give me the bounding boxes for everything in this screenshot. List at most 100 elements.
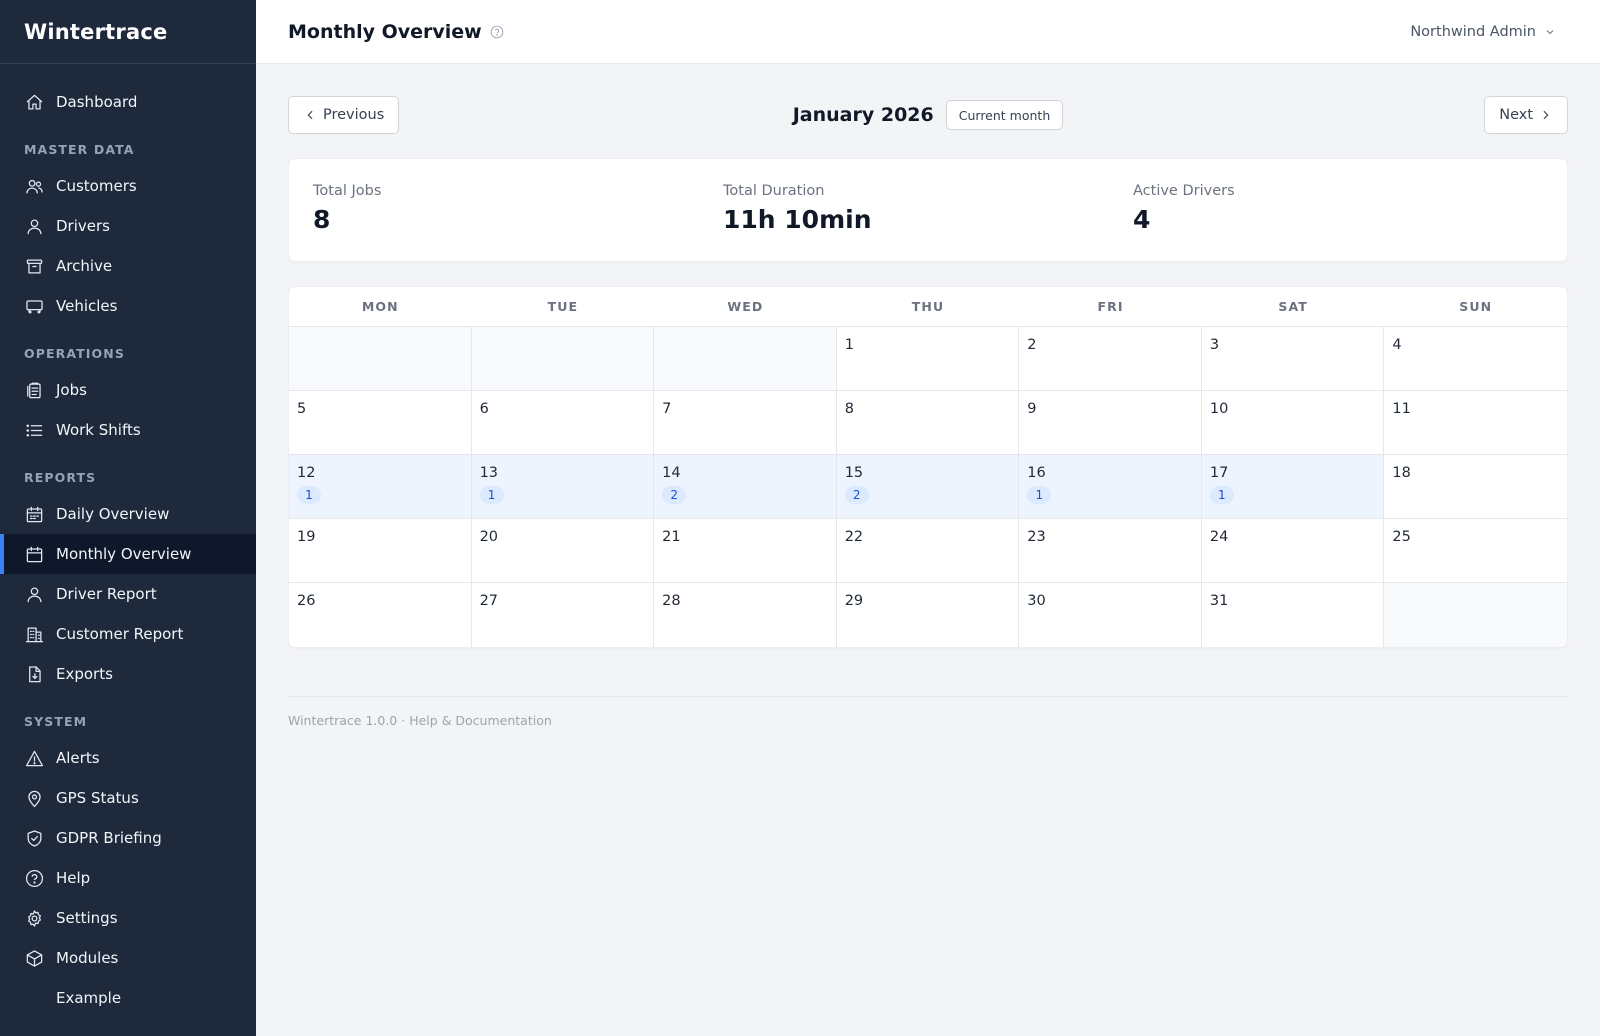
sidebar-item-driver-report[interactable]: Driver Report (0, 574, 256, 614)
footer-separator: · (401, 713, 406, 728)
sidebar-item-monthly-overview[interactable]: Monthly Overview (0, 534, 256, 574)
day-number: 13 (479, 465, 499, 481)
day-number: 8 (844, 401, 854, 417)
sidebar-item-alerts[interactable]: Alerts (0, 738, 256, 778)
user-icon (24, 584, 44, 604)
day-number: 9 (1027, 401, 1037, 417)
job-count-badge: 1 (1209, 486, 1234, 504)
sidebar-item-help[interactable]: Help (0, 858, 256, 898)
sidebar-item-vehicles[interactable]: Vehicles (0, 286, 256, 326)
day-number: 2 (1027, 337, 1037, 353)
calendar-day-cell[interactable]: 28 (654, 583, 837, 647)
page-title: Monthly Overview (288, 20, 482, 43)
day-number: 22 (844, 529, 864, 545)
file-download-icon (24, 664, 44, 684)
calendar-day-cell[interactable]: 3 (1201, 327, 1385, 391)
calendar-day-cell[interactable]: 19 (289, 519, 472, 583)
home-icon (24, 92, 44, 112)
calendar-day-cell[interactable]: 31 (1202, 583, 1385, 647)
calendar-day-cell[interactable]: 13 1 (471, 455, 655, 519)
sidebar-item-customer-report[interactable]: Customer Report (0, 614, 256, 654)
sidebar-item-dashboard[interactable]: Dashboard (0, 82, 256, 122)
sidebar-item-label: Customers (56, 177, 137, 195)
building-icon (24, 624, 44, 644)
calendar-day-cell[interactable]: 18 (1384, 455, 1567, 519)
calendar-day-cell[interactable]: 25 (1384, 519, 1567, 583)
calendar-day-cell[interactable]: 17 1 (1201, 455, 1385, 519)
stat-value: 11h 10min (723, 205, 872, 234)
calendar-day-cell[interactable]: 26 (289, 583, 472, 647)
day-number: 31 (1209, 593, 1229, 609)
sidebar-item-modules[interactable]: Modules (0, 938, 256, 978)
sidebar-item-gps-status[interactable]: GPS Status (0, 778, 256, 818)
sidebar-item-work-shifts[interactable]: Work Shifts (0, 410, 256, 450)
calendar-day-cell[interactable]: 2 (1019, 327, 1202, 391)
calendar-day-cell[interactable]: 14 2 (654, 455, 837, 519)
calendar-day-cell[interactable]: 4 (1384, 327, 1567, 391)
user-menu[interactable]: Northwind Admin (1410, 0, 1556, 64)
calendar-grid: 1 2 3 4 5 6 7 8 9 10 11 12 1 13 1 14 2 15 2 16 1 17 1 18 19 20 21 2… (289, 327, 1567, 647)
job-count-badge: 1 (479, 486, 504, 504)
current-month-button[interactable]: Current month (945, 100, 1064, 130)
calendar-day-cell[interactable]: 1 (836, 327, 1020, 391)
sidebar-item-example[interactable]: Example (0, 978, 256, 1018)
sidebar-item-settings[interactable]: Settings (0, 898, 256, 938)
user-icon (24, 216, 44, 236)
calendar-day-cell[interactable]: 22 (836, 519, 1020, 583)
calendar-day-cell[interactable]: 11 (1384, 391, 1567, 455)
calendar-day-cell[interactable]: 27 (472, 583, 655, 647)
sidebar-item-gdpr-briefing[interactable]: GDPR Briefing (0, 818, 256, 858)
stat-active-drivers: Active Drivers 4 (1133, 183, 1543, 261)
sidebar-item-jobs[interactable]: Jobs (0, 370, 256, 410)
calendar-day-cell[interactable]: 24 (1201, 519, 1385, 583)
sidebar-item-daily-overview[interactable]: Daily Overview (0, 494, 256, 534)
calendar-empty-cell (654, 327, 837, 391)
calendar-day-cell[interactable]: 8 (836, 391, 1020, 455)
calendar-day-cell[interactable]: 5 (289, 391, 472, 455)
calendar-day-cell[interactable]: 29 (837, 583, 1020, 647)
sidebar-item-label: Daily Overview (56, 505, 170, 523)
weekday-label: TUE (547, 299, 579, 314)
sidebar-item-label: Drivers (56, 217, 110, 235)
day-number: 12 (297, 465, 316, 481)
calendar-day-cell[interactable]: 6 (471, 391, 655, 455)
sidebar-item-label: Settings (56, 909, 118, 927)
calendar-day-cell[interactable]: 30 (1019, 583, 1202, 647)
next-month-button[interactable]: Next (1484, 96, 1568, 134)
calendar-day-cell[interactable]: 16 1 (1019, 455, 1202, 519)
app-logo[interactable]: Wintertrace (0, 0, 256, 64)
stat-label: Active Drivers (1133, 183, 1235, 199)
sidebar-item-customers[interactable]: Customers (0, 166, 256, 206)
calendar-day-cell[interactable]: 20 (471, 519, 655, 583)
sidebar-item-archive[interactable]: Archive (0, 246, 256, 286)
weekday-header: MON TUE WED THU FRI SAT SUN (289, 287, 1567, 327)
calendar-day-cell[interactable]: 12 1 (289, 455, 472, 519)
calendar-day-cell[interactable]: 10 (1201, 391, 1385, 455)
calendar-day-cell[interactable]: 23 (1019, 519, 1202, 583)
help-docs-link[interactable]: Help & Documentation (409, 713, 552, 728)
main-content: Previous January 2026 Current month Next… (288, 64, 1568, 728)
day-number: 5 (297, 401, 307, 417)
help-circle-icon (24, 868, 44, 888)
sidebar-item-exports[interactable]: Exports (0, 654, 256, 694)
month-calendar: MON TUE WED THU FRI SAT SUN 1 2 3 4 5 6 7 8 9 10 11 12 1 13… (288, 286, 1568, 648)
calendar-day-cell[interactable]: 21 (654, 519, 837, 583)
calendar-day-cell[interactable]: 15 2 (836, 455, 1020, 519)
sidebar-item-label: Help (56, 869, 91, 887)
calendar-day-cell[interactable]: 7 (654, 391, 837, 455)
stat-label: Total Duration (723, 183, 825, 199)
map-pin-icon (24, 788, 44, 808)
weekday-label: WED (727, 299, 764, 314)
footer: Wintertrace 1.0.0 · Help & Documentation (288, 696, 1568, 728)
sidebar-item-drivers[interactable]: Drivers (0, 206, 256, 246)
day-number: 15 (844, 465, 864, 481)
day-number: 21 (662, 529, 681, 545)
sidebar-nav: Dashboard MASTER DATA Customers Drivers Arch… (0, 64, 256, 1018)
sidebar: Wintertrace Dashboard MASTER DATA Customer… (0, 0, 256, 1036)
job-count-badge: 1 (297, 486, 321, 504)
help-circle-icon[interactable] (490, 25, 504, 39)
weekday-label: FRI (1097, 299, 1124, 314)
stat-label: Total Jobs (313, 183, 382, 199)
stat-value: 4 (1133, 205, 1151, 234)
calendar-day-cell[interactable]: 9 (1019, 391, 1202, 455)
